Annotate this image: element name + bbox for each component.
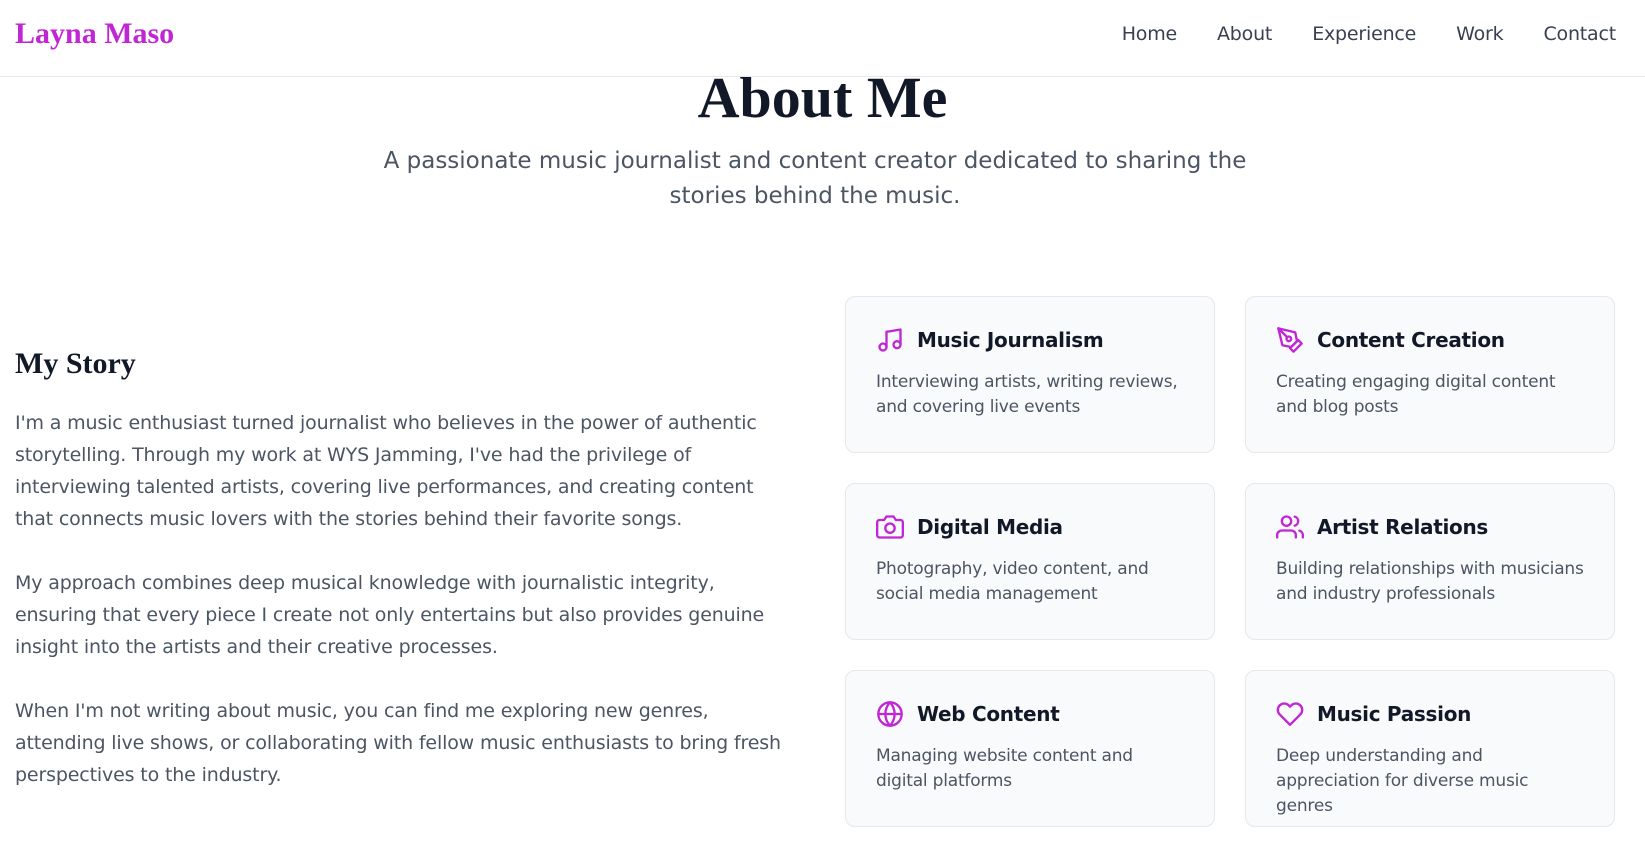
skill-description: Managing website content and digital pla…: [876, 746, 1133, 791]
skill-title: Digital Media: [917, 515, 1063, 539]
story-heading: My Story: [15, 347, 136, 380]
globe-icon: [876, 700, 904, 728]
page-subtitle: A passionate music journalist and conten…: [383, 148, 1247, 209]
nav-work[interactable]: Work: [1456, 23, 1504, 45]
main-nav: Home About Experience Work Contact: [1122, 23, 1617, 45]
skill-title: Music Passion: [1317, 702, 1472, 726]
story-paragraph: I'm a music enthusiast turned journalist…: [15, 412, 757, 530]
nav-home[interactable]: Home: [1122, 23, 1178, 45]
skill-description: Building relationships with musicians an…: [1276, 559, 1584, 604]
music-note-icon: [876, 326, 904, 354]
page-title: About Me: [697, 77, 948, 130]
skill-card-web-content: Web Content Managing website content and…: [845, 670, 1215, 827]
nav-about[interactable]: About: [1217, 23, 1272, 45]
nav-experience[interactable]: Experience: [1312, 23, 1416, 45]
navbar: Layna Maso Home About Experience Work Co…: [0, 0, 1645, 77]
camera-icon: [876, 513, 904, 541]
skill-description: Creating engaging digital content and bl…: [1276, 372, 1556, 417]
heart-icon: [1276, 700, 1304, 728]
skill-card-digital-media: Digital Media Photography, video content…: [845, 483, 1215, 640]
about-section: About Me A passionate music journalist a…: [0, 77, 1645, 842]
skill-card-content-creation: Content Creation Creating engaging digit…: [1245, 296, 1615, 453]
skill-card-music-journalism: Music Journalism Interviewing artists, w…: [845, 296, 1215, 453]
skill-description: Interviewing artists, writing reviews, a…: [876, 372, 1178, 417]
skill-title: Content Creation: [1317, 328, 1505, 352]
nav-contact[interactable]: Contact: [1543, 23, 1616, 45]
story-column: My Story I'm a music enthusiast turned j…: [15, 347, 795, 823]
skill-title: Artist Relations: [1317, 515, 1489, 539]
skill-card-music-passion: Music Passion Deep understanding and app…: [1245, 670, 1615, 827]
skill-description: Photography, video content, and social m…: [876, 559, 1149, 604]
skill-title: Web Content: [917, 702, 1060, 726]
brand-logo[interactable]: Layna Maso: [15, 17, 174, 51]
skill-title: Music Journalism: [917, 328, 1104, 352]
pen-tool-icon: [1276, 326, 1304, 354]
users-icon: [1276, 513, 1304, 541]
story-paragraph: When I'm not writing about music, you ca…: [15, 700, 781, 786]
skill-description: Deep understanding and appreciation for …: [1276, 746, 1529, 816]
skill-card-artist-relations: Artist Relations Building relationships …: [1245, 483, 1615, 640]
story-paragraph: My approach combines deep musical knowle…: [15, 572, 765, 658]
